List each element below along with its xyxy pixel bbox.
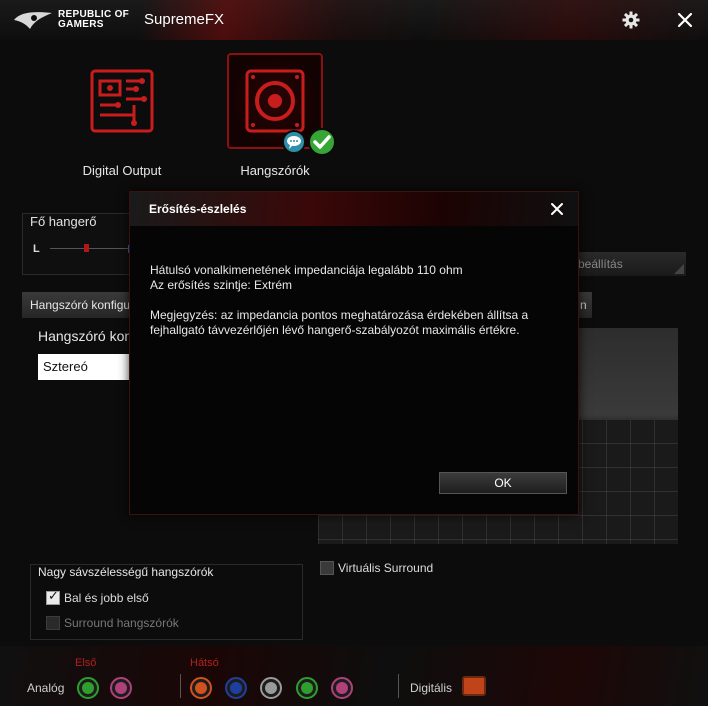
device-digital-output[interactable]: Digital Output <box>74 53 170 178</box>
rear-jack-green[interactable] <box>296 677 318 699</box>
volume-slider-track[interactable] <box>50 248 130 249</box>
digital-label: Digitális <box>410 681 453 695</box>
digital-jack-icon[interactable] <box>462 676 486 696</box>
jack-color-dot <box>82 682 94 694</box>
digital-output-icon <box>90 69 154 133</box>
jack-color-dot <box>301 682 313 694</box>
app-title: SupremeFX <box>144 11 225 28</box>
front-jacks-label: Első <box>75 657 97 669</box>
rear-jack-blue[interactable] <box>225 677 247 699</box>
gain-detection-dialog: Erősítés-észlelés Hátulsó vonalkimenetén… <box>129 191 579 515</box>
device-tile <box>74 53 170 149</box>
speaker-config-select[interactable]: Sztereó <box>38 354 132 380</box>
jack-color-dot <box>230 682 242 694</box>
close-icon[interactable] <box>676 11 694 29</box>
device-label: Digital Output <box>82 163 162 178</box>
rear-jack-pink[interactable] <box>331 677 353 699</box>
impedance-message: Hátulsó vonalkimenetének impedanciája le… <box>150 263 463 277</box>
rear-jacks-label: Hátsó <box>190 657 219 669</box>
device-speakers[interactable]: Hangszórók <box>227 53 323 178</box>
check-ok-icon <box>308 128 336 156</box>
surround-speakers-checkbox[interactable]: Surround hangszórók <box>46 614 179 632</box>
rog-brand-text: REPUBLIC OF GAMERS <box>58 9 130 30</box>
volume-slider-handle[interactable] <box>84 244 89 252</box>
checkbox-box[interactable] <box>46 615 60 630</box>
rear-jack-orange[interactable] <box>190 677 212 699</box>
speaker-icon <box>245 69 305 133</box>
wideband-group-title: Nagy sávszélességű hangszórók <box>38 565 218 579</box>
dialog-note: Megjegyzés: az impedancia pontos meghatá… <box>150 308 529 337</box>
main-volume-title: Fő hangerő <box>30 214 97 229</box>
dialog-title: Erősítés-észlelés <box>149 202 247 216</box>
gear-icon[interactable] <box>622 11 640 29</box>
analog-label: Analóg <box>27 681 65 695</box>
dialog-close-icon[interactable] <box>550 202 564 216</box>
jack-separator <box>180 674 181 698</box>
volume-left-label: L <box>33 243 40 255</box>
jack-color-dot <box>265 682 277 694</box>
front-lr-checkbox[interactable]: Bal és jobb első <box>46 589 149 607</box>
front-lr-label: Bal és jobb első <box>64 590 149 605</box>
gain-level-message: Az erősítés szintje: Extrém <box>150 278 293 292</box>
jack-color-dot <box>115 682 127 694</box>
surround-speakers-label: Surround hangszórók <box>64 615 179 630</box>
checkbox-box[interactable] <box>46 589 60 605</box>
jack-separator <box>398 674 399 698</box>
jack-color-dot <box>195 682 207 694</box>
chat-bubble-icon[interactable] <box>282 130 306 154</box>
dialog-header: Erősítés-észlelés <box>130 192 578 226</box>
tab-speaker-config[interactable]: Hangszóró konfigu <box>22 292 132 318</box>
jack-status-bar <box>0 646 708 706</box>
virtual-surround-checkbox[interactable]: Virtuális Surround <box>320 559 433 577</box>
rear-jack-grey[interactable] <box>260 677 282 699</box>
ok-button[interactable]: OK <box>439 472 567 494</box>
title-bar: REPUBLIC OF GAMERS SupremeFX <box>0 0 708 40</box>
checkbox-box[interactable] <box>320 560 334 575</box>
front-jack-green[interactable] <box>77 677 99 699</box>
jack-color-dot <box>336 682 348 694</box>
supremefx-window: REPUBLIC OF GAMERS SupremeFX Digital Out… <box>0 0 708 706</box>
virtual-surround-label: Virtuális Surround <box>338 560 434 575</box>
tab-right-partial[interactable]: n <box>578 292 592 318</box>
device-label: Hangszórók <box>240 163 310 178</box>
rog-logo-icon <box>14 12 52 29</box>
speaker-config-label: Hangszóró konfig <box>38 328 132 344</box>
front-jack-pink[interactable] <box>110 677 132 699</box>
